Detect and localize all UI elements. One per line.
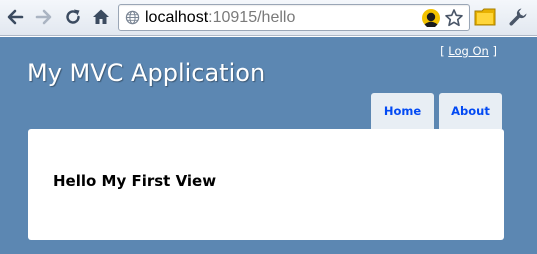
url-host: localhost	[145, 9, 209, 26]
home-icon	[93, 9, 109, 24]
globe-icon	[125, 10, 140, 25]
folder-icon[interactable]	[474, 7, 496, 27]
forward-arrow-icon	[35, 9, 52, 25]
main-menu: Home About	[366, 93, 502, 129]
browser-toolbar: localhost:10915/hello	[0, 0, 537, 36]
url-text: localhost:10915/hello	[145, 8, 295, 28]
login-bracket-close: ]	[492, 44, 498, 58]
home-button[interactable]	[90, 6, 112, 28]
back-arrow-icon	[7, 9, 24, 25]
page-heading: Hello My First View	[53, 172, 217, 190]
reload-button[interactable]	[62, 6, 84, 28]
extension-icon[interactable]	[421, 8, 441, 28]
address-bar[interactable]: localhost:10915/hello	[118, 4, 470, 31]
url-path: :10915/hello	[208, 9, 296, 26]
login-display: [ Log On ]	[440, 44, 497, 58]
tab-home[interactable]: Home	[371, 93, 434, 129]
forward-button[interactable]	[33, 6, 55, 28]
star-icon[interactable]	[444, 8, 464, 28]
back-button[interactable]	[4, 6, 26, 28]
login-bracket-open: [	[440, 44, 445, 58]
reload-icon	[66, 9, 80, 24]
web-page: [ Log On ] My MVC Application Home About…	[0, 37, 537, 254]
wrench-icon[interactable]	[508, 7, 528, 27]
tab-about[interactable]: About	[439, 93, 502, 129]
main-content: Hello My First View	[28, 129, 504, 240]
site-title: My MVC Application	[27, 59, 266, 87]
log-on-link[interactable]: Log On	[448, 44, 489, 58]
